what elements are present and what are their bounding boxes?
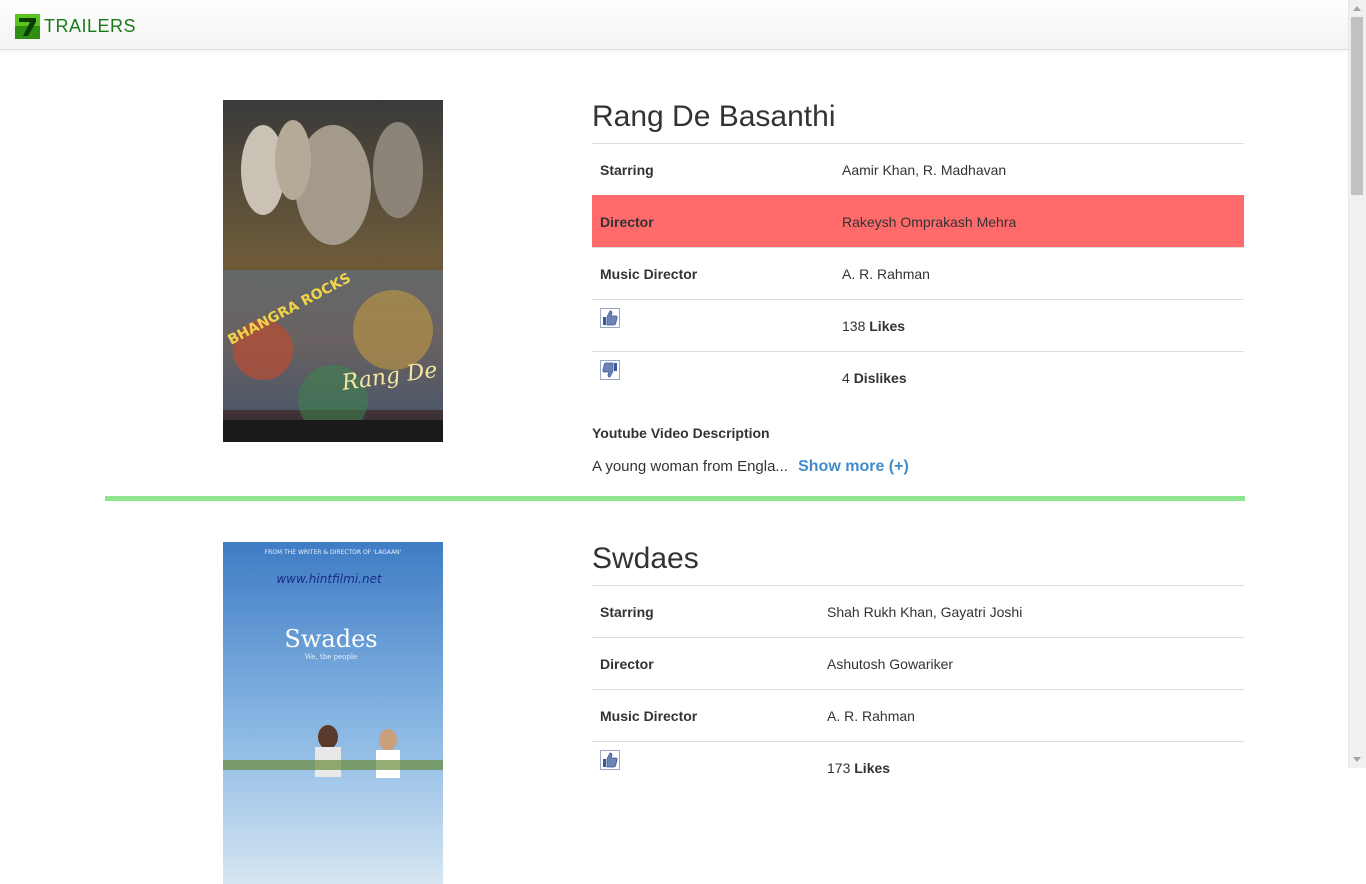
dislikes-row: 4 Dislikes: [592, 351, 1244, 404]
thumbs-down-icon[interactable]: [600, 360, 620, 380]
poster-title: Swades: [284, 625, 377, 653]
movie-info-table: Starring Shah Rukh Khan, Gayatri Joshi D…: [592, 585, 1244, 794]
movie-title: Rang De Basanthi: [592, 100, 836, 133]
show-more-link[interactable]: Show more (+): [798, 458, 909, 475]
starring-row: Starring Aamir Khan, R. Madhavan: [592, 143, 1244, 196]
scroll-thumb[interactable]: [1351, 17, 1363, 195]
logo-icon: [15, 14, 40, 39]
music-director-row: Music Director A. R. Rahman: [592, 689, 1244, 742]
music-director-value: A. R. Rahman: [834, 247, 1244, 300]
scroll-down-arrow-icon[interactable]: [1353, 757, 1361, 762]
dislike-cell: [592, 351, 834, 404]
music-director-label: Music Director: [592, 689, 819, 742]
poster-topline: FROM THE WRITER & DIRECTOR OF 'LAGAAN': [265, 549, 402, 556]
director-value: Rakeysh Omprakash Mehra: [834, 195, 1244, 248]
brand-text: TRAILERS: [44, 16, 137, 36]
director-value: Ashutosh Gowariker: [819, 637, 1244, 690]
description-heading: Youtube Video Description: [592, 425, 770, 441]
movie-info-table: Starring Aamir Khan, R. Madhavan Directo…: [592, 143, 1244, 404]
starring-label: Starring: [592, 585, 819, 638]
top-navbar: TRAILERS: [0, 0, 1349, 50]
movie-divider: [105, 496, 1245, 501]
movie-poster[interactable]: BHANGRA ROCKS Rang De Basanti: [223, 100, 443, 442]
likes-row: 138 Likes: [592, 299, 1244, 352]
director-label: Director: [592, 195, 834, 248]
likes-count: 138 Likes: [834, 299, 1244, 352]
poster-url: www.hintfilmi.net: [276, 572, 383, 586]
description-text: A young woman from Engla... Show more (+…: [592, 458, 909, 475]
director-row: Director Ashutosh Gowariker: [592, 637, 1244, 690]
vertical-scrollbar[interactable]: [1348, 0, 1366, 768]
starring-label: Starring: [592, 143, 834, 196]
starring-row: Starring Shah Rukh Khan, Gayatri Joshi: [592, 585, 1244, 638]
thumbs-up-icon[interactable]: [600, 308, 620, 328]
movie-title: Swdaes: [592, 542, 699, 575]
dislikes-count: 4 Dislikes: [834, 351, 1244, 404]
thumbs-up-icon[interactable]: [600, 750, 620, 770]
music-director-row: Music Director A. R. Rahman: [592, 247, 1244, 300]
scroll-up-arrow-icon[interactable]: [1353, 6, 1361, 11]
movie-poster[interactable]: FROM THE WRITER & DIRECTOR OF 'LAGAAN' w…: [223, 542, 443, 884]
starring-value: Aamir Khan, R. Madhavan: [834, 143, 1244, 196]
music-director-value: A. R. Rahman: [819, 689, 1244, 742]
director-row: Director Rakeysh Omprakash Mehra: [592, 195, 1244, 248]
poster-subtitle: We, the people: [305, 653, 358, 661]
music-director-label: Music Director: [592, 247, 834, 300]
like-cell: [592, 299, 834, 352]
starring-value: Shah Rukh Khan, Gayatri Joshi: [819, 585, 1244, 638]
director-label: Director: [592, 637, 819, 690]
brand-link[interactable]: TRAILERS: [15, 14, 136, 39]
